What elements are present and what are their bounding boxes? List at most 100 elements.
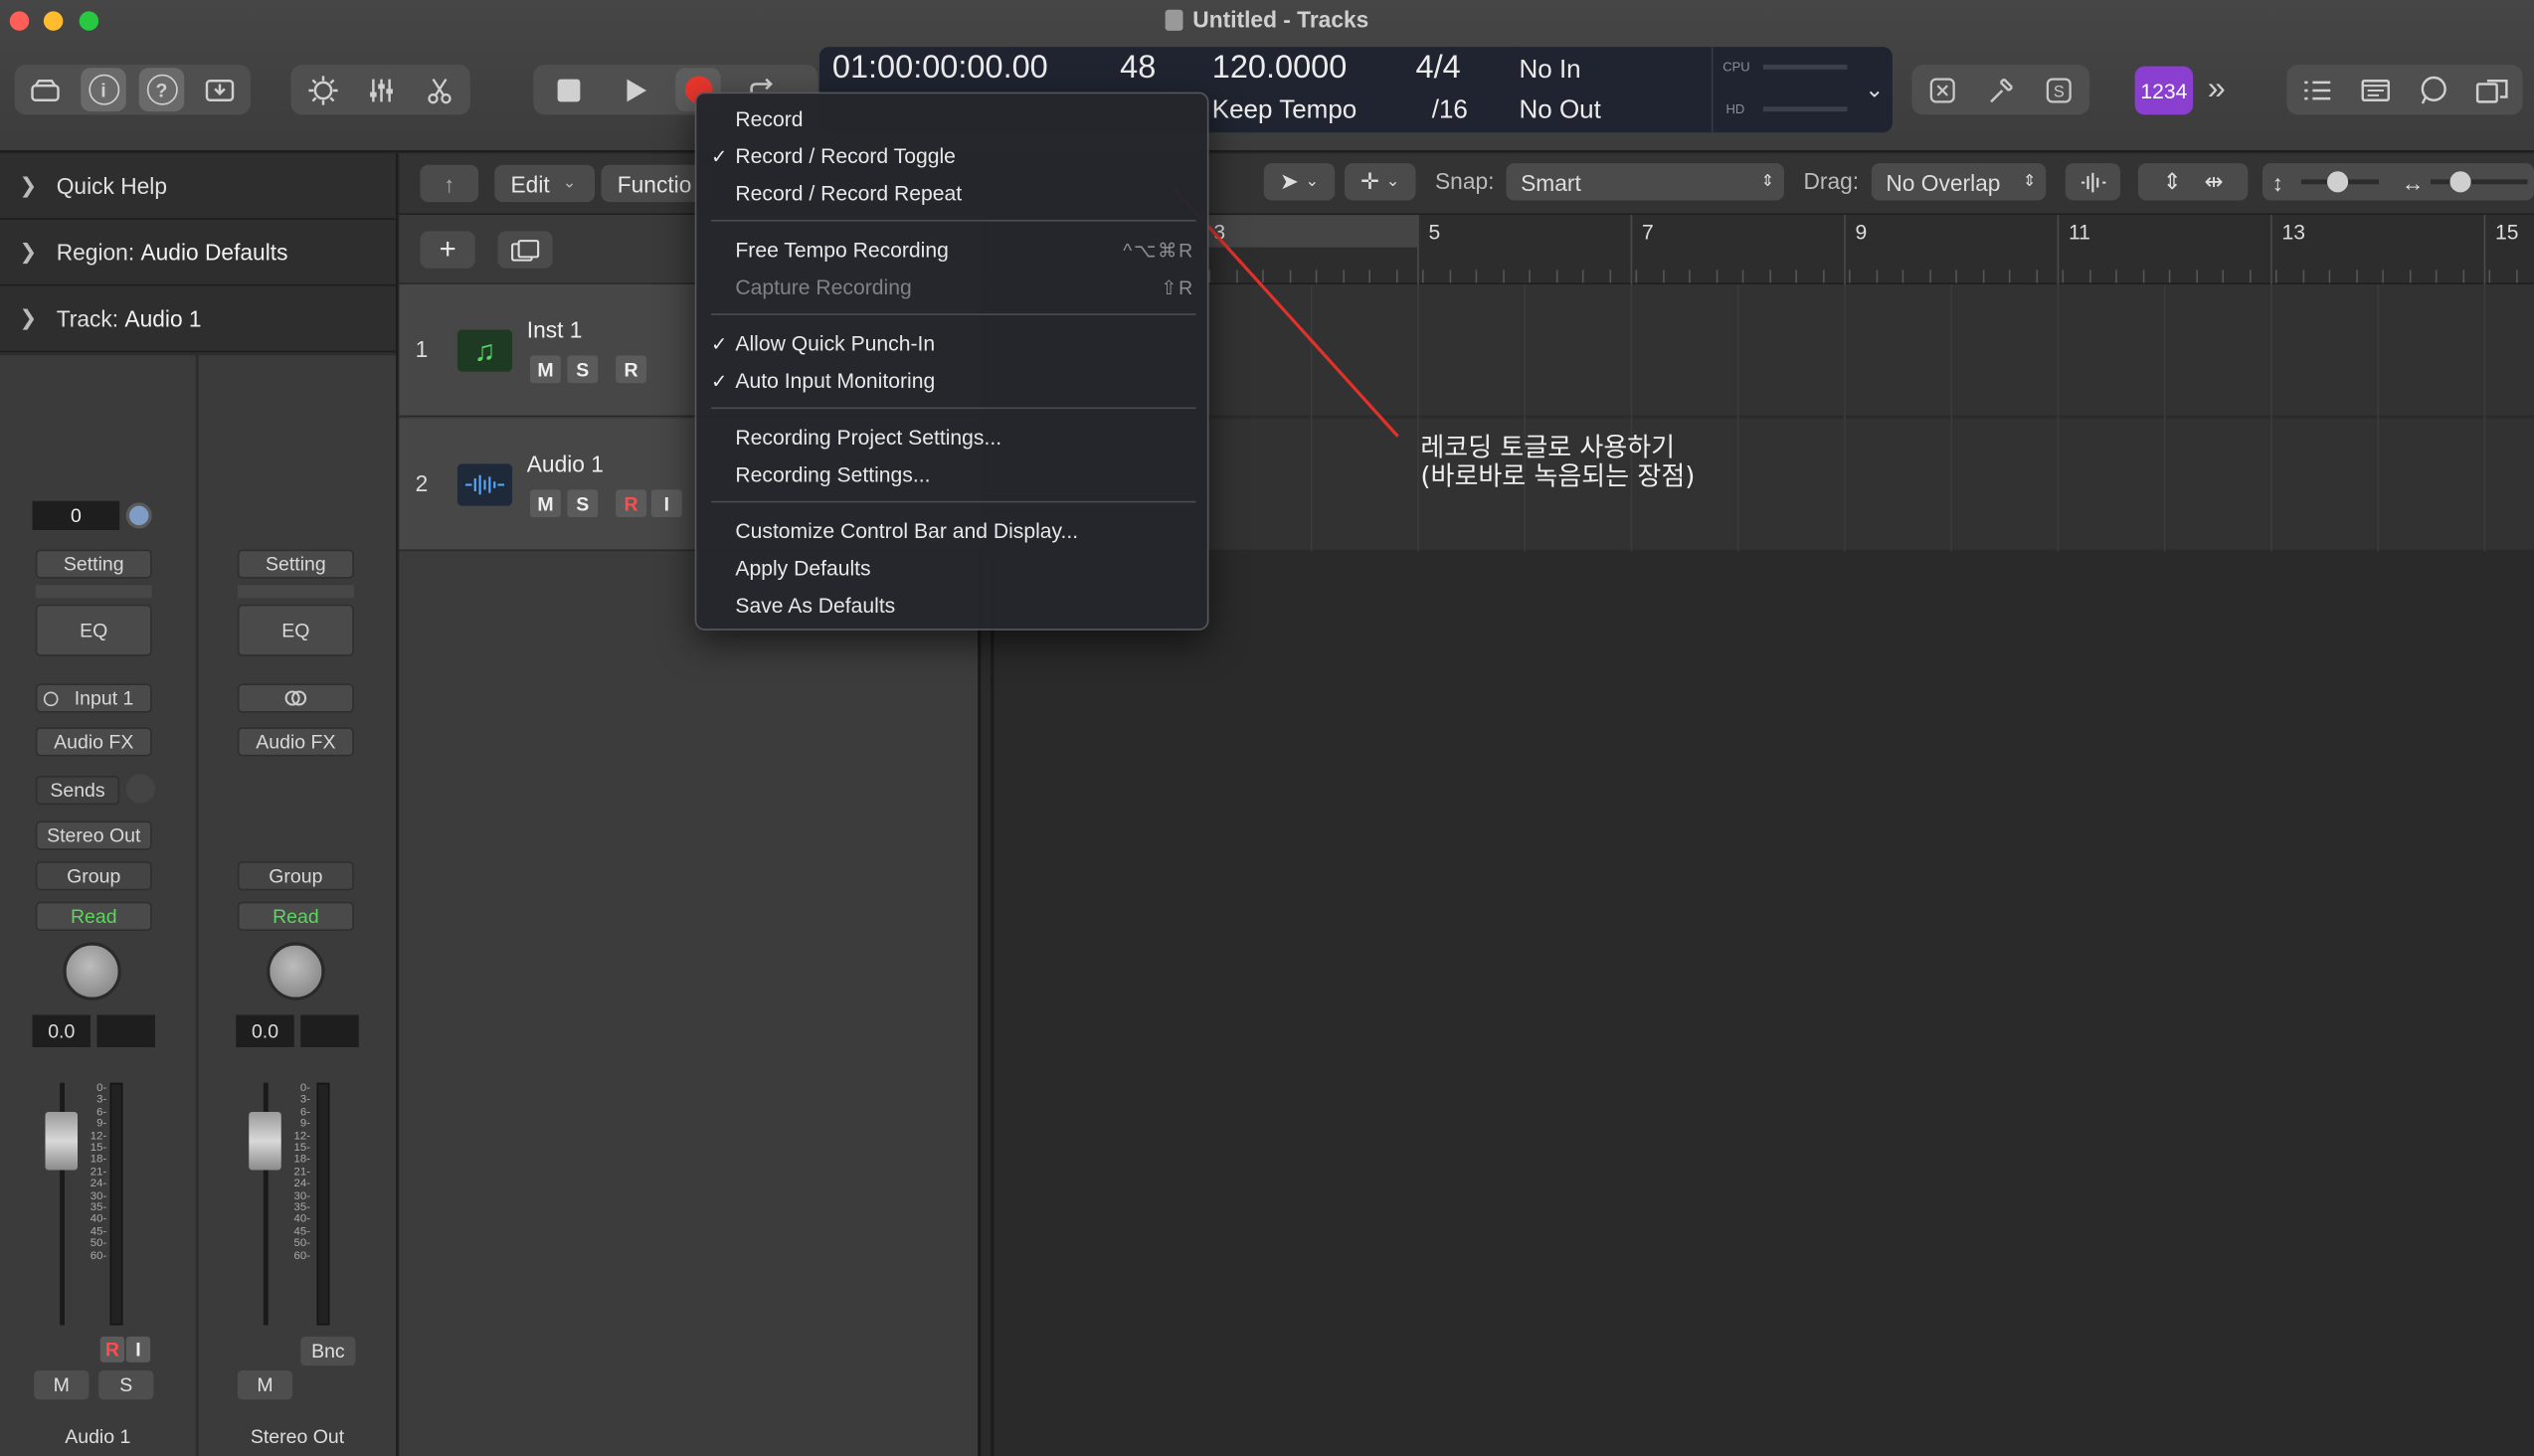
solo-button[interactable]: S [98,1370,154,1400]
sends-knob[interactable] [125,774,155,804]
menu-item-auto-input-monitoring[interactable]: ✓ Auto Input Monitoring [696,362,1210,399]
input-button[interactable]: Input 1 [35,683,152,713]
midi-fx-slot[interactable] [35,585,152,599]
disclosure-chevron-icon[interactable]: ❯ [20,240,38,266]
browsers-button[interactable] [2469,68,2515,111]
pan-value-field[interactable]: 0 [32,500,120,530]
lcd-chevron-down-icon[interactable]: ⌄ [1865,76,1884,103]
solo-button[interactable]: S [2037,68,2082,111]
track-mute-button[interactable]: M [530,489,561,517]
menu-item-apply-defaults[interactable]: Apply Defaults [696,550,1210,587]
edit-menu[interactable]: Edit ⌄ [494,164,595,203]
disclosure-chevron-icon[interactable]: ❯ [20,305,38,331]
time-signature-display[interactable]: 4/4 [1416,50,1461,87]
punch-out-display[interactable]: No Out [1520,97,1601,126]
menu-item-customize-control-bar[interactable]: Customize Control Bar and Display... [696,512,1210,549]
audio-fx-button[interactable]: Audio FX [35,727,152,757]
horizontal-zoom-handle[interactable] [2449,171,2471,193]
track-name[interactable]: Audio 1 [527,451,604,476]
zoom-fit-buttons[interactable]: ⇕ ⇹ [2137,163,2249,201]
track-record-button[interactable]: R [616,355,646,384]
loop-browser-button[interactable] [2412,68,2457,111]
track-name[interactable]: Inst 1 [527,317,583,343]
position-display[interactable]: 01:00:00:00.00 [832,50,1048,87]
track-input-monitor-button[interactable]: I [650,489,682,517]
pan-knob[interactable] [125,502,152,529]
drag-select[interactable]: No Overlap ⇕ [1871,163,2047,201]
zoom-sliders[interactable]: ↕ ↔ [2262,163,2534,201]
bounce-button[interactable]: Bnc [300,1336,356,1366]
menu-item-recording-project-settings[interactable]: Recording Project Settings... [696,419,1210,455]
vertical-zoom-handle[interactable] [2327,171,2349,193]
punch-in-display[interactable]: No In [1520,57,1581,86]
output-button[interactable]: Stereo Out [35,820,152,850]
editors-button[interactable] [417,68,462,111]
menu-item-record-repeat[interactable]: Record / Record Repeat [696,175,1210,212]
menu-item-free-tempo-recording[interactable]: Free Tempo Recording ^⌥⌘R [696,231,1210,268]
group-button[interactable]: Group [35,861,152,891]
track-solo-button[interactable]: S [567,489,599,517]
volume-value[interactable]: 0.0 [32,1014,90,1047]
mute-button[interactable]: M [237,1370,293,1400]
stop-button[interactable] [546,68,592,111]
horizontal-fit-icon[interactable]: ⇹ [2205,168,2224,196]
tempo-display[interactable]: 120.0000 [1212,50,1348,87]
setting-button[interactable]: Setting [35,549,152,579]
count-in-button[interactable]: 1234 [2134,66,2194,115]
automation-read-button[interactable]: Read [237,901,354,931]
input-monitor-button[interactable]: I [125,1336,151,1363]
duplicate-track-button[interactable] [497,231,553,269]
empty-arrange-area[interactable] [981,552,2534,1456]
toolbar-button[interactable] [197,68,243,111]
volume-value[interactable]: 0.0 [236,1014,294,1047]
tuner-button[interactable] [1978,68,2024,111]
automation-read-button[interactable]: Read [35,901,152,931]
sends-button[interactable]: Sends [35,776,120,806]
ruler-tick [1929,270,1931,283]
menu-item-recording-settings[interactable]: Recording Settings... [696,455,1210,492]
stereo-input-button[interactable] [237,683,354,713]
quick-help-button[interactable]: ? [138,68,185,112]
volume-fader[interactable] [249,1112,281,1171]
smart-controls-button[interactable] [300,68,346,111]
menu-item-allow-quick-punch-in[interactable]: ✓ Allow Quick Punch-In [696,325,1210,362]
eq-button[interactable]: EQ [237,604,354,656]
up-arrow-button[interactable]: ↑ [420,164,478,203]
library-button[interactable] [23,68,69,111]
horizontal-zoom-slider[interactable] [2431,179,2528,185]
menu-item-record-toggle[interactable]: ✓ Record / Record Toggle [696,137,1210,174]
gain-knob[interactable] [63,942,121,1001]
waveform-zoom-button[interactable] [2065,163,2120,201]
track-row[interactable]: ❯ Track: Audio 1 [0,286,398,353]
add-track-button[interactable]: + [420,231,475,269]
play-button[interactable] [613,68,658,111]
replace-button[interactable] [1920,68,1966,111]
quick-help-row[interactable]: ❯ Quick Help [0,153,398,220]
more-chevron-icon[interactable]: » [2208,72,2226,108]
inspector-button[interactable]: i [81,68,126,112]
record-enable-button[interactable]: R [99,1336,125,1363]
bars-display[interactable]: 48 [1120,50,1156,87]
track-solo-button[interactable]: S [567,355,599,384]
vertical-fit-icon[interactable]: ⇕ [2163,168,2182,196]
midi-fx-slot[interactable] [237,585,354,599]
track-record-button[interactable]: R [616,489,646,517]
mixer-button[interactable] [359,68,405,111]
setting-button[interactable]: Setting [237,549,354,579]
division-display[interactable]: /16 [1432,97,1468,126]
disclosure-chevron-icon[interactable]: ❯ [20,173,38,199]
group-button[interactable]: Group [237,861,354,891]
snap-select[interactable]: Smart ⇕ [1506,163,1784,201]
volume-fader[interactable] [45,1112,78,1171]
menu-item-record[interactable]: Record [696,100,1210,137]
list-editors-button[interactable] [2295,68,2341,111]
mute-button[interactable]: M [34,1370,90,1400]
eq-button[interactable]: EQ [35,604,152,656]
region-row[interactable]: ❯ Region: Audio Defaults [0,220,398,286]
note-pads-button[interactable] [2353,68,2399,111]
gain-knob[interactable] [267,942,325,1001]
tempo-mode-display[interactable]: Keep Tempo [1212,97,1358,126]
menu-item-save-as-defaults[interactable]: Save As Defaults [696,587,1210,624]
track-mute-button[interactable]: M [530,355,561,384]
audio-fx-button[interactable]: Audio FX [237,727,354,757]
